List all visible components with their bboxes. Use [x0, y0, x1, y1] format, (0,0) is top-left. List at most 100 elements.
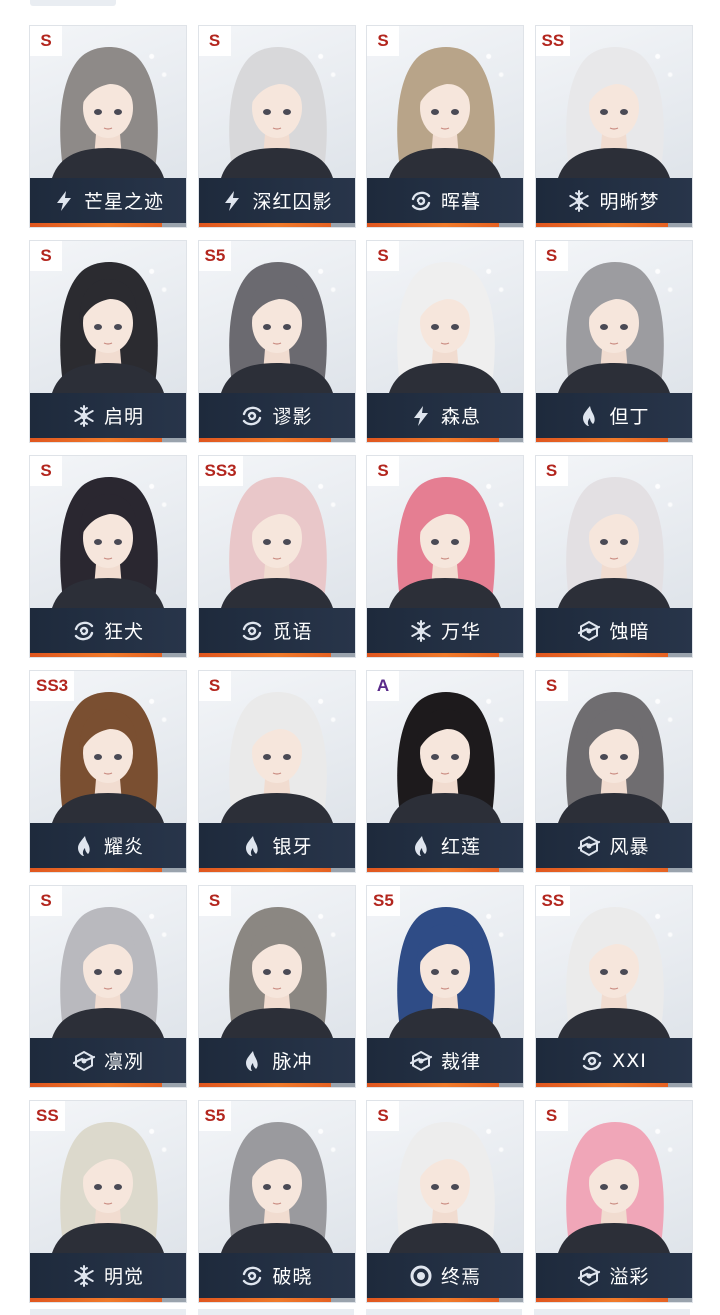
swirl-icon	[580, 1049, 604, 1073]
snowflake-icon	[72, 404, 96, 428]
character-name: 明觉	[103, 1266, 144, 1288]
rank-badge: S5	[198, 1101, 232, 1131]
accent-stripe	[535, 438, 692, 442]
character-name: 觅语	[272, 621, 313, 643]
flame-icon	[72, 834, 96, 858]
character-name: 溢彩	[609, 1266, 650, 1288]
rank-badge: S	[367, 26, 399, 56]
rank-badge: S	[30, 456, 62, 486]
character-card[interactable]: S 脉冲	[198, 886, 355, 1087]
character-name: 但丁	[609, 406, 650, 428]
name-bar: 万华	[367, 608, 523, 653]
accent-stripe	[30, 653, 186, 657]
character-card[interactable]: SS 明晰梦	[535, 26, 692, 227]
character-name: 启明	[103, 406, 144, 428]
rank-badge: SS3	[198, 456, 243, 486]
character-card[interactable]: S5 裁律	[367, 886, 523, 1087]
character-card[interactable]: S5 破晓	[198, 1101, 355, 1302]
name-bar: 终焉	[367, 1253, 523, 1298]
character-card[interactable]: SS3 觅语	[198, 456, 355, 657]
swirl-icon	[240, 404, 264, 428]
name-bar: 狂犬	[30, 608, 186, 653]
character-card[interactable]: S 终焉	[367, 1101, 523, 1302]
hexagon-icon	[577, 1264, 601, 1288]
name-bar: 蚀暗	[535, 608, 692, 653]
rank-badge: S5	[198, 241, 232, 271]
hexagon-icon	[72, 1049, 96, 1073]
hexagon-icon	[577, 834, 601, 858]
name-bar: 深红囚影	[198, 178, 355, 223]
snowflake-icon	[409, 619, 433, 643]
character-name: 耀炎	[103, 836, 144, 858]
name-bar: 裁律	[367, 1038, 523, 1083]
character-grid: S 芒星之迹 S 深红囚影 S 晖暮 SS 明晰梦 S 启明 S5 谬影 S 森…	[30, 26, 692, 1302]
lightning-icon	[52, 189, 76, 213]
peek-card	[534, 1309, 690, 1315]
character-name: 万华	[440, 621, 481, 643]
character-card[interactable]: S 风暴	[535, 671, 692, 872]
top-tab-indicator	[30, 0, 116, 6]
rank-badge: S	[30, 26, 62, 56]
rank-badge: S	[198, 26, 231, 56]
character-card[interactable]: S 森息	[367, 241, 523, 442]
name-bar: 森息	[367, 393, 523, 438]
character-card[interactable]: S 溢彩	[535, 1101, 692, 1302]
accent-stripe	[367, 653, 523, 657]
ring-icon	[409, 1264, 433, 1288]
character-card[interactable]: S 凛冽	[30, 886, 186, 1087]
peek-card	[198, 1309, 354, 1315]
rank-badge: S	[535, 671, 568, 701]
lightning-icon	[220, 189, 244, 213]
rank-badge: S	[198, 886, 231, 916]
accent-stripe	[30, 868, 186, 872]
accent-stripe	[535, 653, 692, 657]
character-name: 红莲	[440, 836, 481, 858]
rank-badge: S	[30, 241, 62, 271]
character-card[interactable]: S 狂犬	[30, 456, 186, 657]
accent-stripe	[367, 438, 523, 442]
character-name: 裁律	[440, 1051, 481, 1073]
character-card[interactable]: SS 明觉	[30, 1101, 186, 1302]
flame-icon	[240, 1049, 264, 1073]
character-card[interactable]: S 蚀暗	[535, 456, 692, 657]
character-name: 狂犬	[103, 621, 144, 643]
rank-badge: S	[198, 671, 231, 701]
character-card[interactable]: S 芒星之迹	[30, 26, 186, 227]
character-card[interactable]: A 红莲	[367, 671, 523, 872]
name-bar: 谬影	[198, 393, 355, 438]
character-card[interactable]: S 晖暮	[367, 26, 523, 227]
rank-badge: S5	[367, 886, 400, 916]
rank-badge: S	[367, 1101, 399, 1131]
character-name: 明晰梦	[599, 191, 660, 213]
character-card[interactable]: SS XXI	[535, 886, 692, 1087]
snowflake-icon	[72, 1264, 96, 1288]
accent-stripe	[367, 223, 523, 227]
character-card[interactable]: S 但丁	[535, 241, 692, 442]
character-card[interactable]: S5 谬影	[198, 241, 355, 442]
character-card[interactable]: S 万华	[367, 456, 523, 657]
hexagon-icon	[577, 619, 601, 643]
flame-icon	[577, 404, 601, 428]
next-row-peek	[30, 1309, 690, 1315]
accent-stripe	[367, 868, 523, 872]
character-name: XXI	[612, 1049, 647, 1072]
character-card[interactable]: S 银牙	[198, 671, 355, 872]
rank-badge: S	[535, 241, 568, 271]
accent-stripe	[30, 223, 186, 227]
rank-badge: S	[535, 1101, 568, 1131]
accent-stripe	[367, 1298, 523, 1302]
name-bar: 启明	[30, 393, 186, 438]
accent-stripe	[198, 868, 355, 872]
character-name: 晖暮	[440, 191, 481, 213]
character-card[interactable]: S 深红囚影	[198, 26, 355, 227]
peek-card	[366, 1309, 522, 1315]
accent-stripe	[30, 1083, 186, 1087]
rank-badge: SS3	[30, 671, 75, 701]
accent-stripe	[535, 868, 692, 872]
character-card[interactable]: S 启明	[30, 241, 186, 442]
character-card[interactable]: SS3 耀炎	[30, 671, 186, 872]
accent-stripe	[535, 1083, 692, 1087]
swirl-icon	[240, 1264, 264, 1288]
accent-stripe	[198, 223, 355, 227]
swirl-icon	[72, 619, 96, 643]
